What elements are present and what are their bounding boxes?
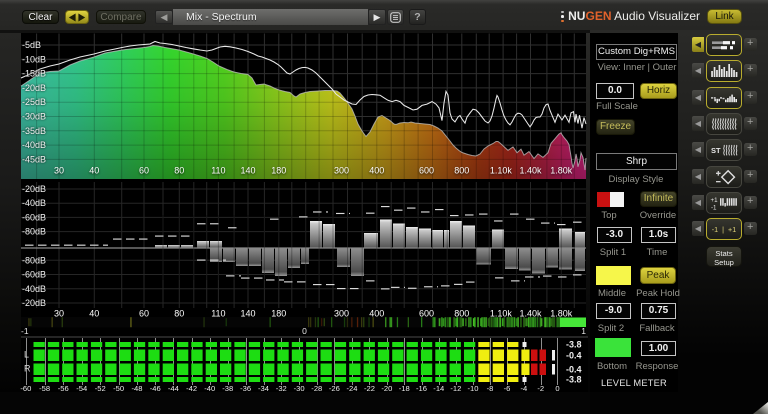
svg-text:-24: -24 — [347, 384, 358, 393]
svg-text:-44: -44 — [168, 384, 179, 393]
svg-text:-1: -1 — [711, 205, 717, 212]
svg-text:-0.4: -0.4 — [566, 351, 582, 361]
svg-text:60: 60 — [139, 166, 149, 176]
svg-text:-10dB: -10dB — [22, 54, 46, 64]
svg-text:-40: -40 — [204, 384, 215, 393]
svg-text:-8: -8 — [487, 384, 494, 393]
svg-text:-34: -34 — [258, 384, 269, 393]
svg-text:0: 0 — [302, 326, 307, 336]
svg-text:-4: -4 — [521, 384, 528, 393]
svg-text:-45dB: -45dB — [22, 154, 46, 164]
svg-text:300: 300 — [334, 166, 349, 176]
svg-text:-15dB: -15dB — [22, 69, 46, 79]
svg-text:-1 | +1: -1 | +1 — [712, 225, 736, 234]
svg-text:-80dB: -80dB — [22, 227, 46, 237]
svg-text:-22: -22 — [364, 384, 375, 393]
svg-text:+1: +1 — [711, 197, 719, 204]
svg-text:-52: -52 — [95, 384, 106, 393]
svg-text:-56: -56 — [58, 384, 69, 393]
svg-text:-16: -16 — [416, 384, 427, 393]
svg-text:-20dB: -20dB — [22, 184, 46, 194]
svg-text:-42: -42 — [186, 384, 197, 393]
svg-text:400: 400 — [369, 166, 384, 176]
svg-text:-35dB: -35dB — [22, 126, 46, 136]
svg-text:L: L — [24, 350, 29, 360]
svg-text:-6: -6 — [504, 384, 511, 393]
svg-text:-10: -10 — [468, 384, 479, 393]
svg-text:1.10k: 1.10k — [490, 166, 513, 176]
svg-text:-40dB: -40dB — [22, 140, 46, 150]
svg-text:0: 0 — [555, 384, 559, 393]
svg-text:-60: -60 — [20, 384, 31, 393]
svg-text:-1: -1 — [21, 326, 29, 336]
svg-text:-40dB: -40dB — [22, 284, 46, 294]
svg-text:-30: -30 — [294, 384, 305, 393]
svg-text:140: 140 — [240, 166, 255, 176]
svg-text:-50: -50 — [113, 384, 124, 393]
svg-text:-20: -20 — [381, 384, 392, 393]
svg-text:-38: -38 — [222, 384, 233, 393]
svg-text:180: 180 — [271, 166, 286, 176]
svg-text:-60dB: -60dB — [22, 270, 46, 280]
svg-text:-5dB: -5dB — [22, 40, 41, 50]
svg-text:40: 40 — [89, 166, 99, 176]
svg-text:1.80k: 1.80k — [550, 166, 573, 176]
svg-text:-3.8: -3.8 — [566, 340, 582, 350]
svg-text:-14: -14 — [433, 384, 444, 393]
svg-text:-12: -12 — [450, 384, 461, 393]
svg-text:-48: -48 — [132, 384, 143, 393]
svg-text:-36: -36 — [240, 384, 251, 393]
svg-text:600: 600 — [419, 166, 434, 176]
svg-text:800: 800 — [454, 166, 469, 176]
svg-text:-25dB: -25dB — [22, 97, 46, 107]
svg-text:-60dB: -60dB — [22, 212, 46, 222]
svg-text:-54: -54 — [76, 384, 87, 393]
svg-text:R: R — [24, 364, 31, 374]
svg-text:-18: -18 — [399, 384, 410, 393]
svg-text:-80dB: -80dB — [22, 255, 46, 265]
svg-text:-58: -58 — [39, 384, 50, 393]
svg-text:-20dB: -20dB — [22, 298, 46, 308]
svg-text:30: 30 — [54, 166, 64, 176]
svg-text:-20dB: -20dB — [22, 83, 46, 93]
svg-text:-32: -32 — [276, 384, 287, 393]
svg-text:-2: -2 — [537, 384, 544, 393]
svg-text:110: 110 — [211, 166, 225, 176]
svg-text:-40dB: -40dB — [22, 198, 46, 208]
svg-text:-30dB: -30dB — [22, 112, 46, 122]
svg-text:80: 80 — [174, 166, 184, 176]
svg-text:-26: -26 — [329, 384, 340, 393]
svg-text:1.40k: 1.40k — [519, 166, 542, 176]
svg-text:-46: -46 — [150, 384, 161, 393]
svg-text:-28: -28 — [311, 384, 322, 393]
svg-text:ST: ST — [711, 146, 721, 155]
